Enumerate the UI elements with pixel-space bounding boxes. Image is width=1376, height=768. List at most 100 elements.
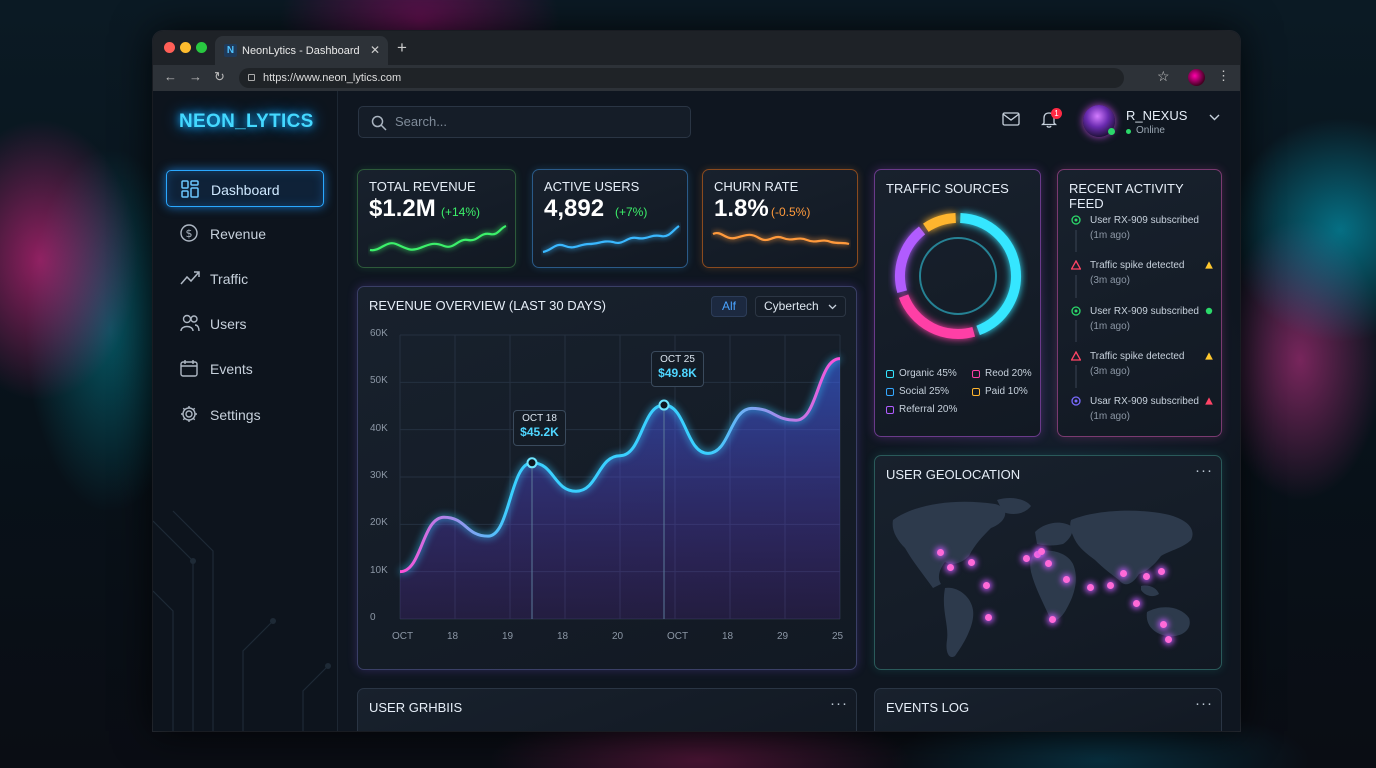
close-window-button[interactable] bbox=[164, 42, 175, 53]
browser-menu-icon[interactable]: ⋮ bbox=[1217, 68, 1230, 84]
kpi-value: 4,892 bbox=[544, 195, 605, 222]
feed-time: (1m ago) bbox=[1090, 230, 1131, 241]
geo-hotspot[interactable] bbox=[947, 564, 954, 571]
kpi-card-users[interactable]: ACTIVE USERS 4,892 (+7%) bbox=[532, 169, 688, 268]
geo-hotspot[interactable] bbox=[1023, 555, 1030, 562]
subscribe-icon bbox=[1071, 396, 1081, 406]
sidebar-item-settings[interactable]: Settings bbox=[166, 396, 324, 433]
bookmark-star-icon[interactable]: ☆ bbox=[1157, 68, 1170, 85]
sidebar-item-dashboard[interactable]: Dashboard bbox=[166, 170, 324, 207]
calendar-icon bbox=[180, 360, 198, 377]
donut-slice[interactable] bbox=[898, 294, 976, 339]
kpi-label: TOTAL REVENUE bbox=[369, 179, 476, 194]
users-icon bbox=[180, 314, 200, 332]
url-text: https://www.neon_lytics.com bbox=[263, 72, 402, 84]
geo-hotspot[interactable] bbox=[968, 559, 975, 566]
maximize-window-button[interactable] bbox=[196, 42, 207, 53]
status-dot-icon bbox=[1126, 129, 1131, 134]
feed-text: Usar RX-909 subscribed bbox=[1090, 396, 1199, 407]
tooltip-oct18: OCT 18 $45.2K bbox=[513, 410, 566, 446]
feed-item[interactable]: Traffic spike detected (3m ago) bbox=[1090, 349, 1185, 379]
subscribe-icon bbox=[1071, 215, 1081, 225]
legend-label: Paid 10% bbox=[985, 386, 1028, 397]
kpi-label: CHURN RATE bbox=[714, 179, 799, 194]
new-tab-icon[interactable]: + bbox=[397, 38, 407, 58]
alert-icon bbox=[1071, 351, 1081, 361]
trend-icon bbox=[180, 271, 200, 285]
geo-hotspot[interactable] bbox=[1045, 560, 1052, 567]
geo-hotspot[interactable] bbox=[1063, 576, 1070, 583]
tooltip-value: $45.2K bbox=[520, 425, 559, 439]
feed-item[interactable]: User RX-909 subscribed (1m ago) bbox=[1090, 213, 1199, 243]
geo-hotspot[interactable] bbox=[1133, 600, 1140, 607]
feed-text: Traffic spike detected bbox=[1090, 351, 1185, 362]
kpi-card-revenue[interactable]: TOTAL REVENUE $1.2M (+14%) bbox=[357, 169, 516, 268]
url-field[interactable]: https://www.neon_lytics.com bbox=[239, 68, 1124, 88]
geo-hotspot[interactable] bbox=[937, 549, 944, 556]
minimize-window-button[interactable] bbox=[180, 42, 191, 53]
notification-badge: 1 bbox=[1051, 108, 1062, 119]
close-tab-icon[interactable]: ✕ bbox=[370, 43, 380, 57]
kpi-value: $1.2M bbox=[369, 195, 436, 222]
user-name[interactable]: R_NEXUS bbox=[1126, 108, 1187, 123]
card-title: USER GRHBIIS bbox=[369, 700, 463, 715]
data-point[interactable] bbox=[526, 457, 538, 469]
chevron-down-icon[interactable] bbox=[1209, 114, 1220, 121]
forward-icon[interactable]: → bbox=[189, 69, 202, 84]
sidebar-item-users[interactable]: Users bbox=[166, 305, 324, 342]
feed-item[interactable]: User RX-909 subscribed (1m ago) bbox=[1090, 304, 1199, 334]
geo-hotspot[interactable] bbox=[1143, 573, 1150, 580]
more-options-icon[interactable]: ··· bbox=[1195, 695, 1213, 712]
card-title: EVENTS LOG bbox=[886, 700, 970, 715]
kpi-sparkline bbox=[369, 224, 507, 252]
legend-swatch bbox=[886, 370, 894, 378]
sidebar-item-events[interactable]: Events bbox=[166, 350, 324, 387]
geo-hotspot[interactable] bbox=[1087, 584, 1094, 591]
feed-item[interactable]: Traffic spike detected (3m ago) bbox=[1090, 258, 1185, 288]
kpi-sparkline bbox=[712, 232, 850, 246]
tab-title: NeonLytics - Dashboard bbox=[242, 45, 360, 57]
reload-icon[interactable]: ↻ bbox=[214, 69, 225, 85]
sidebar-item-traffic[interactable]: Traffic bbox=[166, 260, 324, 297]
card-title: USER GEOLOCATION bbox=[886, 467, 1021, 482]
more-options-icon[interactable]: ··· bbox=[830, 695, 848, 712]
donut-slice[interactable] bbox=[923, 213, 957, 233]
geo-hotspot[interactable] bbox=[1120, 570, 1127, 577]
geo-hotspot[interactable] bbox=[983, 582, 990, 589]
geo-hotspot[interactable] bbox=[1160, 621, 1167, 628]
geolocation-card: USER GEOLOCATION ··· bbox=[874, 455, 1222, 670]
revenue-chart bbox=[399, 334, 841, 620]
subscribe-icon bbox=[1071, 306, 1081, 316]
browser-tab[interactable]: N NeonLytics - Dashboard ✕ bbox=[215, 36, 388, 65]
alert-icon bbox=[1071, 260, 1081, 270]
geo-hotspot[interactable] bbox=[1038, 548, 1045, 555]
donut-slice[interactable] bbox=[895, 226, 926, 294]
feed-item[interactable]: Usar RX-909 subscribed (1m ago) bbox=[1090, 394, 1199, 424]
events-log-card: EVENTS LOG ··· bbox=[874, 688, 1222, 731]
geo-hotspot[interactable] bbox=[1165, 636, 1172, 643]
kpi-sparkline bbox=[542, 225, 680, 254]
search-input[interactable]: Search... bbox=[358, 106, 691, 138]
back-icon[interactable]: ← bbox=[164, 69, 177, 84]
geo-hotspot[interactable] bbox=[985, 614, 992, 621]
sidebar-item-label: Revenue bbox=[210, 226, 267, 242]
more-options-icon[interactable]: ··· bbox=[1195, 462, 1213, 479]
sidebar-item-label: Dashboard bbox=[211, 182, 280, 198]
donut-inner-ring bbox=[919, 237, 997, 315]
feed-time: (1m ago) bbox=[1090, 321, 1131, 332]
mail-icon[interactable] bbox=[1002, 112, 1020, 126]
app-logo[interactable]: NEON_LYTICS bbox=[179, 111, 314, 133]
tab-bar: N NeonLytics - Dashboard ✕ + bbox=[153, 31, 1240, 65]
donut-slice[interactable] bbox=[960, 213, 1021, 336]
geo-hotspot[interactable] bbox=[1107, 582, 1114, 589]
sidebar-item-revenue[interactable]: $ Revenue bbox=[166, 215, 324, 252]
profile-avatar-icon[interactable] bbox=[1188, 69, 1205, 86]
card-title: TRAFFIC SOURCES bbox=[886, 181, 1009, 196]
kpi-card-churn[interactable]: CHURN RATE 1.8% (-0.5%) bbox=[702, 169, 858, 268]
traffic-sources-card: TRAFFIC SOURCES Organic 45% Reod 20% Soc… bbox=[874, 169, 1041, 437]
data-point[interactable] bbox=[658, 399, 670, 411]
dashboard-icon bbox=[181, 180, 199, 198]
search-placeholder: Search... bbox=[395, 114, 448, 129]
geo-hotspot[interactable] bbox=[1158, 568, 1165, 575]
geo-hotspot[interactable] bbox=[1049, 616, 1056, 623]
